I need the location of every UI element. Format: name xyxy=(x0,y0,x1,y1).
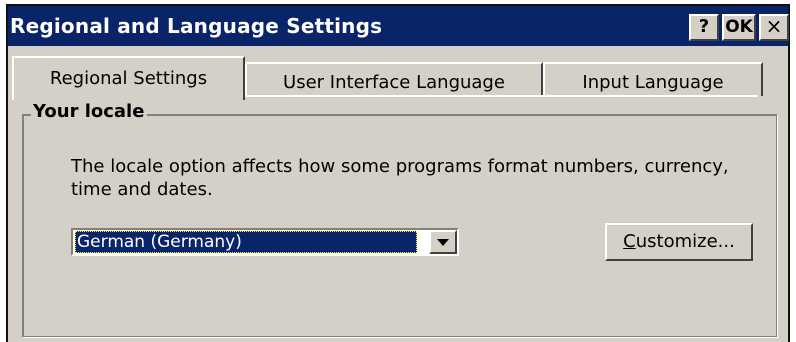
locale-dropdown[interactable]: German (Germany) xyxy=(71,228,459,256)
locale-dropdown-value[interactable]: German (Germany) xyxy=(75,231,417,253)
settings-window: Regional and Language Settings ? OK × Re… xyxy=(6,4,790,342)
tab-user-interface-language[interactable]: User Interface Language xyxy=(245,62,543,96)
customize-accelerator: C xyxy=(623,231,636,252)
tab-regional-settings[interactable]: Regional Settings xyxy=(12,56,245,100)
dropdown-button[interactable] xyxy=(429,230,457,254)
groupbox-title: Your locale xyxy=(31,101,148,122)
locale-description: The locale option affects how some progr… xyxy=(71,156,729,200)
customize-button[interactable]: Customize... xyxy=(605,223,753,261)
title-bar[interactable]: Regional and Language Settings ? OK × xyxy=(8,6,789,46)
window-title: Regional and Language Settings xyxy=(10,14,383,38)
customize-label: ustomize... xyxy=(635,231,735,252)
locale-groupbox: Your locale The locale option affects ho… xyxy=(22,101,778,338)
close-button[interactable]: × xyxy=(759,14,789,41)
ok-button[interactable]: OK xyxy=(722,14,756,41)
chevron-down-icon xyxy=(437,239,449,246)
tab-strip: Regional Settings User Interface Languag… xyxy=(8,46,788,100)
help-button[interactable]: ? xyxy=(689,14,719,41)
tab-input-language[interactable]: Input Language xyxy=(543,62,763,96)
